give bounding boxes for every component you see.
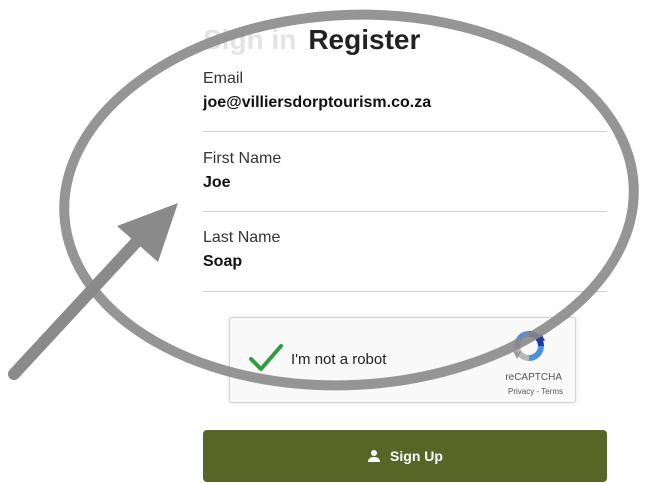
first-name-label: First Name xyxy=(203,150,282,167)
last-name-field[interactable]: Last Name Soap xyxy=(203,228,607,292)
tab-sign-in[interactable]: Sign in xyxy=(203,22,296,58)
first-name-value[interactable]: Joe xyxy=(203,173,607,193)
email-label: Email xyxy=(203,70,244,87)
auth-tabs: Sign in Register xyxy=(203,22,420,58)
register-page: Sign in Register Email joe@villiersdorpt… xyxy=(0,0,646,483)
last-name-value[interactable]: Soap xyxy=(203,252,607,272)
user-icon xyxy=(368,450,381,462)
checkmark-icon[interactable] xyxy=(248,342,284,374)
pointer-arrow-icon xyxy=(8,203,178,380)
email-field[interactable]: Email joe@villiersdorptourism.co.za xyxy=(203,69,607,132)
recaptcha-brand: reCAPTCHA xyxy=(505,372,562,383)
last-name-label: Last Name xyxy=(203,229,281,246)
first-name-field[interactable]: First Name Joe xyxy=(203,149,607,212)
recaptcha-label: I'm not a robot xyxy=(291,351,387,368)
sign-up-label: Sign Up xyxy=(390,448,443,464)
tab-register[interactable]: Register xyxy=(308,22,420,58)
recaptcha-privacy-terms-link[interactable]: Privacy - Terms xyxy=(508,387,563,396)
recaptcha-widget: I'm not a robot reCAPTCHA Privacy - Term… xyxy=(229,317,576,403)
sign-up-button[interactable]: Sign Up xyxy=(203,430,607,482)
recaptcha-logo-icon xyxy=(513,331,545,361)
email-value[interactable]: joe@villiersdorptourism.co.za xyxy=(203,93,607,113)
